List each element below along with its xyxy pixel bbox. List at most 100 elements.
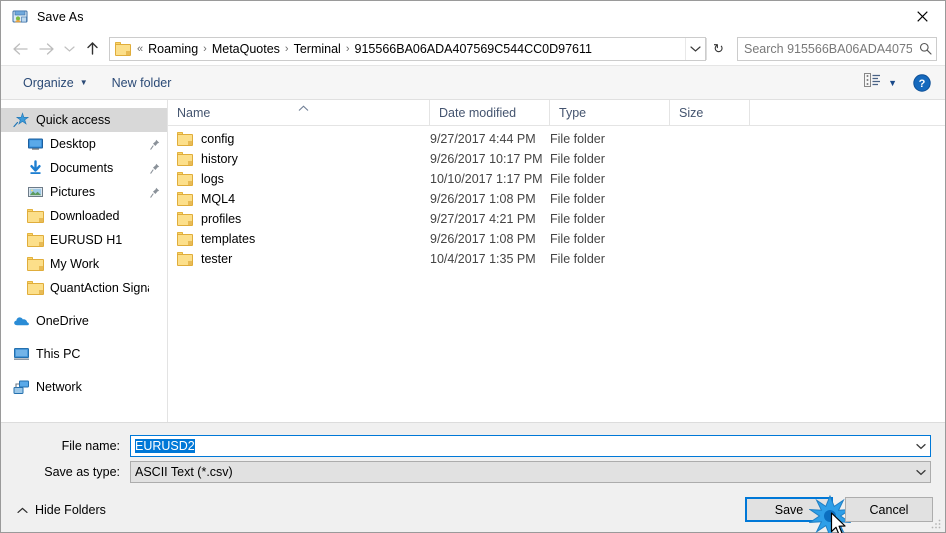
file-type-cell: File folder bbox=[550, 232, 605, 246]
sidebar-item-downloaded[interactable]: Downloaded bbox=[1, 204, 167, 228]
folder-icon bbox=[115, 41, 131, 56]
file-date-cell: 9/27/2017 4:44 PM bbox=[430, 132, 536, 146]
breadcrumb-item-metaquotes[interactable]: MetaQuotes bbox=[209, 42, 283, 56]
sidebar-item-label: Network bbox=[36, 380, 82, 394]
breadcrumb-item-terminal[interactable]: Terminal bbox=[291, 42, 344, 56]
file-type-cell: File folder bbox=[550, 172, 605, 186]
title-bar: Save As bbox=[1, 1, 945, 32]
sidebar-item-desktop[interactable]: Desktop bbox=[1, 132, 167, 156]
column-header-name[interactable]: Name bbox=[168, 100, 430, 125]
address-bar[interactable]: « Roaming › MetaQuotes › Terminal › 9155… bbox=[109, 36, 706, 61]
dialog-footer: Hide Folders Save Cancel bbox=[1, 487, 945, 533]
table-row[interactable]: profiles 9/27/2017 4:21 PM File folder bbox=[168, 209, 945, 229]
view-chevron-down-icon: ▼ bbox=[888, 77, 897, 88]
command-bar: Organize ▼ New folder ▼ ? bbox=[1, 66, 945, 100]
up-arrow-icon[interactable] bbox=[79, 36, 105, 62]
breadcrumb-overflow[interactable]: « bbox=[135, 43, 145, 55]
new-folder-button[interactable]: New folder bbox=[104, 73, 180, 93]
this-pc-icon bbox=[13, 346, 30, 362]
organize-button[interactable]: Organize ▼ bbox=[15, 73, 96, 93]
table-row[interactable]: config 9/27/2017 4:44 PM File folder bbox=[168, 129, 945, 149]
column-header-label: Size bbox=[679, 105, 704, 120]
file-type-cell: File folder bbox=[550, 192, 605, 206]
file-name-input[interactable]: EURUSD2 bbox=[131, 439, 912, 453]
sidebar-item-onedrive[interactable]: OneDrive bbox=[1, 309, 167, 333]
folder-icon bbox=[27, 257, 44, 271]
column-header-date-modified[interactable]: Date modified bbox=[430, 100, 550, 125]
sidebar-item-pictures[interactable]: Pictures bbox=[1, 180, 167, 204]
table-row[interactable]: tester 10/4/2017 1:35 PM File folder bbox=[168, 249, 945, 269]
table-row[interactable]: MQL4 9/26/2017 1:08 PM File folder bbox=[168, 189, 945, 209]
folder-icon bbox=[177, 152, 193, 166]
pictures-icon bbox=[27, 184, 44, 200]
file-name-label: history bbox=[201, 152, 238, 166]
chevron-down-icon[interactable] bbox=[912, 469, 930, 476]
new-folder-label: New folder bbox=[111, 75, 172, 90]
sidebar-item-network[interactable]: Network bbox=[1, 375, 167, 399]
sidebar-item-quick-access[interactable]: Quick access bbox=[1, 108, 167, 132]
navigation-bar: « Roaming › MetaQuotes › Terminal › 9155… bbox=[1, 32, 945, 66]
close-button[interactable] bbox=[899, 1, 945, 31]
file-name-label: MQL4 bbox=[201, 192, 236, 206]
address-chevron-down-icon[interactable] bbox=[685, 37, 705, 60]
search-input[interactable] bbox=[738, 41, 914, 56]
file-name-cell: tester bbox=[168, 252, 430, 266]
file-type-cell: File folder bbox=[550, 252, 605, 266]
chevron-down-icon[interactable] bbox=[912, 443, 930, 450]
table-row[interactable]: templates 9/26/2017 1:08 PM File folder bbox=[168, 229, 945, 249]
table-row[interactable]: logs 10/10/2017 1:17 PM File folder bbox=[168, 169, 945, 189]
sidebar-item-eurusd-h1[interactable]: EURUSD H1 bbox=[1, 228, 167, 252]
file-name-row: File name: EURUSD2 bbox=[15, 435, 931, 457]
breadcrumb-item-roaming[interactable]: Roaming bbox=[145, 42, 201, 56]
resize-grip-icon[interactable] bbox=[930, 517, 942, 529]
file-name-cell: logs bbox=[168, 172, 430, 186]
recent-locations-chevron-down-icon[interactable] bbox=[59, 36, 79, 62]
sidebar-item-label: This PC bbox=[36, 347, 81, 361]
file-date-cell: 10/4/2017 1:35 PM bbox=[430, 252, 536, 266]
refresh-icon[interactable]: ↻ bbox=[706, 37, 730, 60]
sidebar-item-label: My Work bbox=[50, 257, 100, 271]
file-name-label: tester bbox=[201, 252, 233, 266]
back-arrow-icon[interactable] bbox=[7, 36, 33, 62]
save-as-type-combobox[interactable]: ASCII Text (*.csv) bbox=[130, 461, 931, 483]
forward-arrow-icon[interactable] bbox=[33, 36, 59, 62]
search-icon bbox=[914, 42, 936, 55]
window-title: Save As bbox=[37, 9, 84, 24]
breadcrumb-separator: › bbox=[284, 42, 289, 55]
file-name-cell: templates bbox=[168, 232, 430, 246]
folder-icon bbox=[177, 172, 193, 186]
sidebar-item-quantaction-signal[interactable]: QuantAction Signal bbox=[1, 276, 167, 300]
sort-ascending-icon bbox=[298, 101, 309, 115]
save-as-type-row: Save as type: ASCII Text (*.csv) bbox=[15, 461, 931, 483]
hide-folders-button[interactable]: Hide Folders bbox=[11, 499, 112, 521]
pin-icon[interactable] bbox=[149, 139, 161, 150]
breadcrumb-separator: › bbox=[203, 42, 207, 55]
hide-folders-label: Hide Folders bbox=[35, 502, 106, 517]
table-row[interactable]: history 9/26/2017 10:17 PM File folder bbox=[168, 149, 945, 169]
sidebar-item-label: Documents bbox=[50, 161, 114, 175]
help-button[interactable]: ? bbox=[913, 73, 931, 92]
file-name-cell: config bbox=[168, 132, 430, 146]
column-header-type[interactable]: Type bbox=[550, 100, 670, 125]
file-type-cell: File folder bbox=[550, 212, 605, 226]
onedrive-cloud-icon bbox=[13, 313, 30, 329]
sidebar-item-my-work[interactable]: My Work bbox=[1, 252, 167, 276]
save-button[interactable]: Save bbox=[745, 494, 852, 533]
folder-icon bbox=[177, 232, 193, 246]
view-options-button[interactable]: ▼ bbox=[858, 70, 903, 95]
file-name-label: config bbox=[201, 132, 235, 146]
documents-download-icon bbox=[27, 160, 44, 176]
network-icon bbox=[13, 379, 30, 395]
column-header-size[interactable]: Size bbox=[670, 100, 750, 125]
sidebar-item-documents[interactable]: Documents bbox=[1, 156, 167, 180]
file-date-cell: 9/27/2017 4:21 PM bbox=[430, 212, 536, 226]
file-name-combobox[interactable]: EURUSD2 bbox=[130, 435, 931, 457]
search-box[interactable] bbox=[737, 36, 937, 61]
pin-icon[interactable] bbox=[149, 187, 161, 198]
pin-icon[interactable] bbox=[149, 163, 161, 174]
sidebar-item-this-pc[interactable]: This PC bbox=[1, 342, 167, 366]
folder-icon bbox=[177, 252, 193, 266]
cancel-button[interactable]: Cancel bbox=[845, 497, 933, 522]
sidebar-item-label: QuantAction Signal bbox=[50, 281, 149, 295]
breadcrumb-item-guid[interactable]: 915566BA06ADA407569C544CC0D97611 bbox=[352, 42, 595, 56]
